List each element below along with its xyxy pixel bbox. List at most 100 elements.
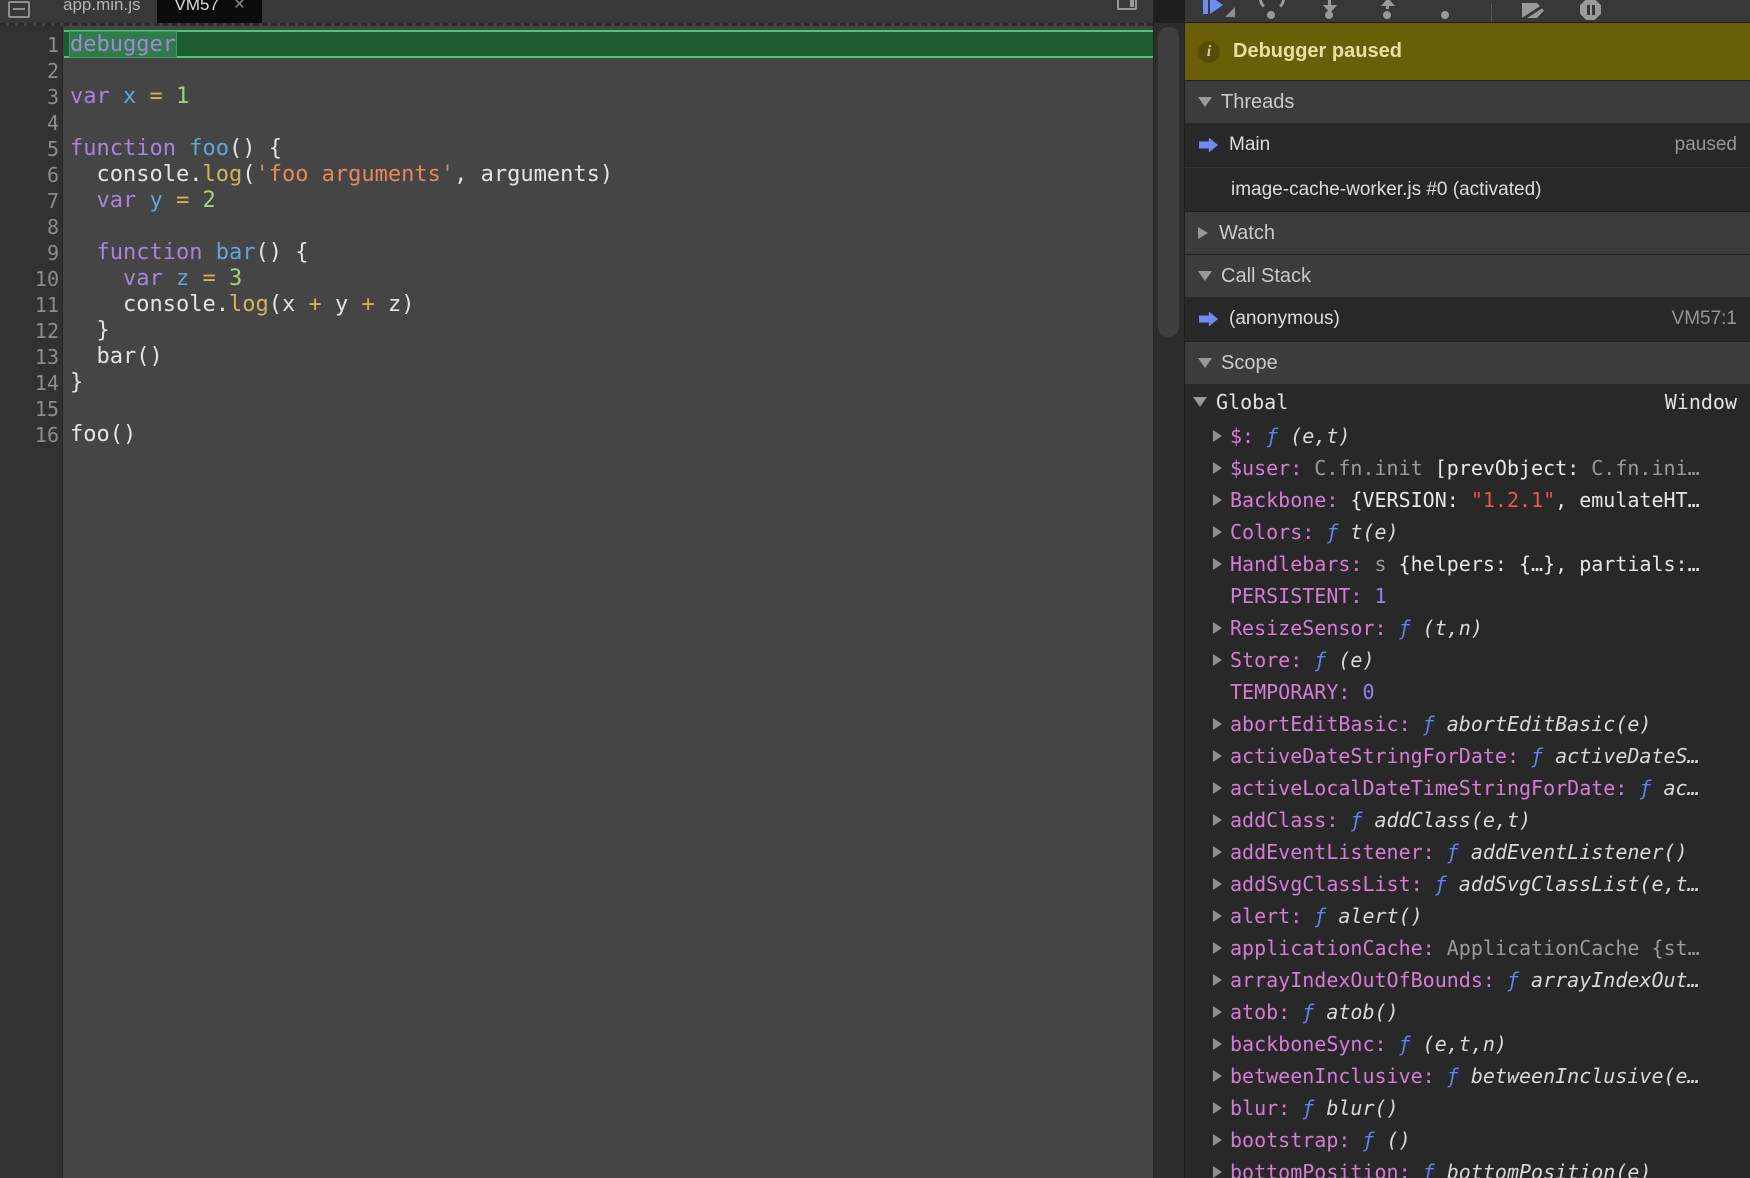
resume-button[interactable] (1201, 0, 1227, 22)
code-line[interactable]: var z = 3 (70, 266, 242, 292)
code-token (189, 266, 202, 291)
scope-item[interactable]: applicationCache: ApplicationCache {st… (1185, 932, 1750, 964)
call-stack-frame[interactable]: (anonymous) VM57:1 (1185, 297, 1750, 341)
file-tab[interactable]: VM57× (157, 0, 262, 23)
scope-item[interactable]: Backbone: {VERSION: "1.2.1", emulateHT… (1185, 484, 1750, 516)
line-number[interactable]: 2 (0, 58, 59, 84)
code-line[interactable]: foo() (70, 422, 136, 448)
scope-item[interactable]: Store: ƒ (e) (1185, 644, 1750, 676)
chevron-collapsed-icon (1213, 654, 1222, 666)
step-icon (1441, 11, 1449, 19)
scope-item-value: ƒ (1531, 744, 1555, 768)
code-token (70, 240, 97, 265)
line-number[interactable]: 15 (0, 396, 59, 422)
code-editor[interactable]: 1debugger23var x = 145function foo() {6 … (0, 23, 1153, 1178)
scope-item[interactable]: bottomPosition: ƒ bottomPosition(e) (1185, 1156, 1750, 1178)
chevron-collapsed-icon (1213, 750, 1222, 762)
line-number[interactable]: 12 (0, 318, 59, 344)
code-line[interactable]: } (70, 318, 110, 344)
line-number[interactable]: 16 (0, 422, 59, 448)
code-token: var (123, 266, 163, 291)
scope-item[interactable]: TEMPORARY: 0 (1185, 676, 1750, 708)
scope-item[interactable]: ResizeSensor: ƒ (t,n) (1185, 612, 1750, 644)
code-line[interactable]: function bar() { (70, 240, 308, 266)
scope-section-header[interactable]: Scope (1185, 341, 1750, 384)
watch-section-header[interactable]: Watch (1185, 211, 1750, 254)
close-tab-icon[interactable]: × (234, 0, 245, 16)
scrollbar-thumb[interactable] (1158, 27, 1179, 337)
code-token (136, 188, 149, 213)
file-tab[interactable]: app.min.js (46, 0, 157, 23)
line-number[interactable]: 13 (0, 344, 59, 370)
code-line[interactable]: function foo() { (70, 136, 282, 162)
frame-name: (anonymous) (1229, 308, 1340, 330)
scope-global-row[interactable]: Global Window (1185, 384, 1750, 420)
code-token (70, 266, 123, 291)
scope-item-value: ac… (1664, 776, 1700, 800)
scope-item[interactable]: $: ƒ (e,t) (1185, 420, 1750, 452)
thread-row-worker[interactable]: image-cache-worker.js #0 (activated) (1185, 167, 1750, 211)
code-line[interactable]: console.log('foo arguments', arguments) (70, 162, 613, 188)
scope-item[interactable]: Handlebars: s {helpers: {…}, partials:… (1185, 548, 1750, 580)
navigator-toggle-icon[interactable] (8, 1, 30, 18)
step-over-button[interactable] (1259, 0, 1285, 22)
line-number[interactable]: 1 (0, 32, 59, 58)
scope-item-name: applicationCache: (1230, 936, 1447, 960)
scope-item-value: bottomPosition(e) (1447, 1160, 1652, 1178)
scope-item-value: addClass(e,t) (1375, 808, 1532, 832)
scope-item[interactable]: betweenInclusive: ƒ betweenInclusive(e… (1185, 1060, 1750, 1092)
debugger-toolbar (1185, 0, 1750, 23)
hide-sidebar-icon[interactable] (1117, 0, 1137, 10)
step-out-button[interactable] (1375, 0, 1401, 22)
line-number[interactable]: 14 (0, 370, 59, 396)
scope-item[interactable]: addEventListener: ƒ addEventListener() (1185, 836, 1750, 868)
scope-item[interactable]: backboneSync: ƒ (e,t,n) (1185, 1028, 1750, 1060)
scope-item[interactable]: bootstrap: ƒ () (1185, 1124, 1750, 1156)
step-into-icon (1325, 11, 1333, 19)
scope-item-value: (e,t) (1290, 424, 1350, 448)
code-token (163, 266, 176, 291)
code-token (176, 136, 189, 161)
code-line[interactable]: bar() (70, 344, 163, 370)
line-number[interactable]: 8 (0, 214, 59, 240)
info-icon: i (1198, 41, 1220, 63)
code-token: , arguments) (454, 162, 613, 187)
scope-item[interactable]: alert: ƒ alert() (1185, 900, 1750, 932)
code-line[interactable]: var y = 2 (70, 188, 216, 214)
scope-item[interactable]: activeDateStringForDate: ƒ activeDateS… (1185, 740, 1750, 772)
line-number[interactable]: 7 (0, 188, 59, 214)
line-number[interactable]: 5 (0, 136, 59, 162)
scope-item[interactable]: activeLocalDateTimeStringForDate: ƒ ac… (1185, 772, 1750, 804)
call-stack-section-header[interactable]: Call Stack (1185, 254, 1750, 297)
scope-item[interactable]: PERSISTENT: 1 (1185, 580, 1750, 612)
scope-item[interactable]: abortEditBasic: ƒ abortEditBasic(e) (1185, 708, 1750, 740)
code-token: = (150, 84, 163, 109)
deactivate-breakpoints-button[interactable] (1522, 0, 1548, 22)
scope-item[interactable]: atob: ƒ atob() (1185, 996, 1750, 1028)
execution-arrow-icon (1199, 138, 1218, 153)
code-token: + (308, 292, 321, 317)
thread-row-main[interactable]: Main paused (1185, 123, 1750, 167)
scope-item[interactable]: arrayIndexOutOfBounds: ƒ arrayIndexOut… (1185, 964, 1750, 996)
line-number[interactable]: 3 (0, 84, 59, 110)
step-button[interactable] (1433, 0, 1459, 22)
scope-item[interactable]: $user: C.fn.init [prevObject: C.fn.ini… (1185, 452, 1750, 484)
line-number[interactable]: 10 (0, 266, 59, 292)
pause-on-exceptions-button[interactable] (1580, 0, 1606, 22)
scope-item[interactable]: addClass: ƒ addClass(e,t) (1185, 804, 1750, 836)
step-into-button[interactable] (1317, 0, 1343, 22)
code-token (70, 188, 97, 213)
scope-item[interactable]: addSvgClassList: ƒ addSvgClassList(e,t… (1185, 868, 1750, 900)
line-number[interactable]: 6 (0, 162, 59, 188)
scope-item[interactable]: Colors: ƒ t(e) (1185, 516, 1750, 548)
editor-scrollbar[interactable] (1153, 0, 1185, 1178)
code-line[interactable]: } (70, 370, 83, 396)
code-line[interactable]: debugger (70, 32, 176, 58)
code-line[interactable]: console.log(x + y + z) (70, 292, 414, 318)
threads-section-header[interactable]: Threads (1185, 80, 1750, 123)
line-number[interactable]: 4 (0, 110, 59, 136)
code-line[interactable]: var x = 1 (70, 84, 189, 110)
line-number[interactable]: 11 (0, 292, 59, 318)
line-number[interactable]: 9 (0, 240, 59, 266)
scope-item[interactable]: blur: ƒ blur() (1185, 1092, 1750, 1124)
